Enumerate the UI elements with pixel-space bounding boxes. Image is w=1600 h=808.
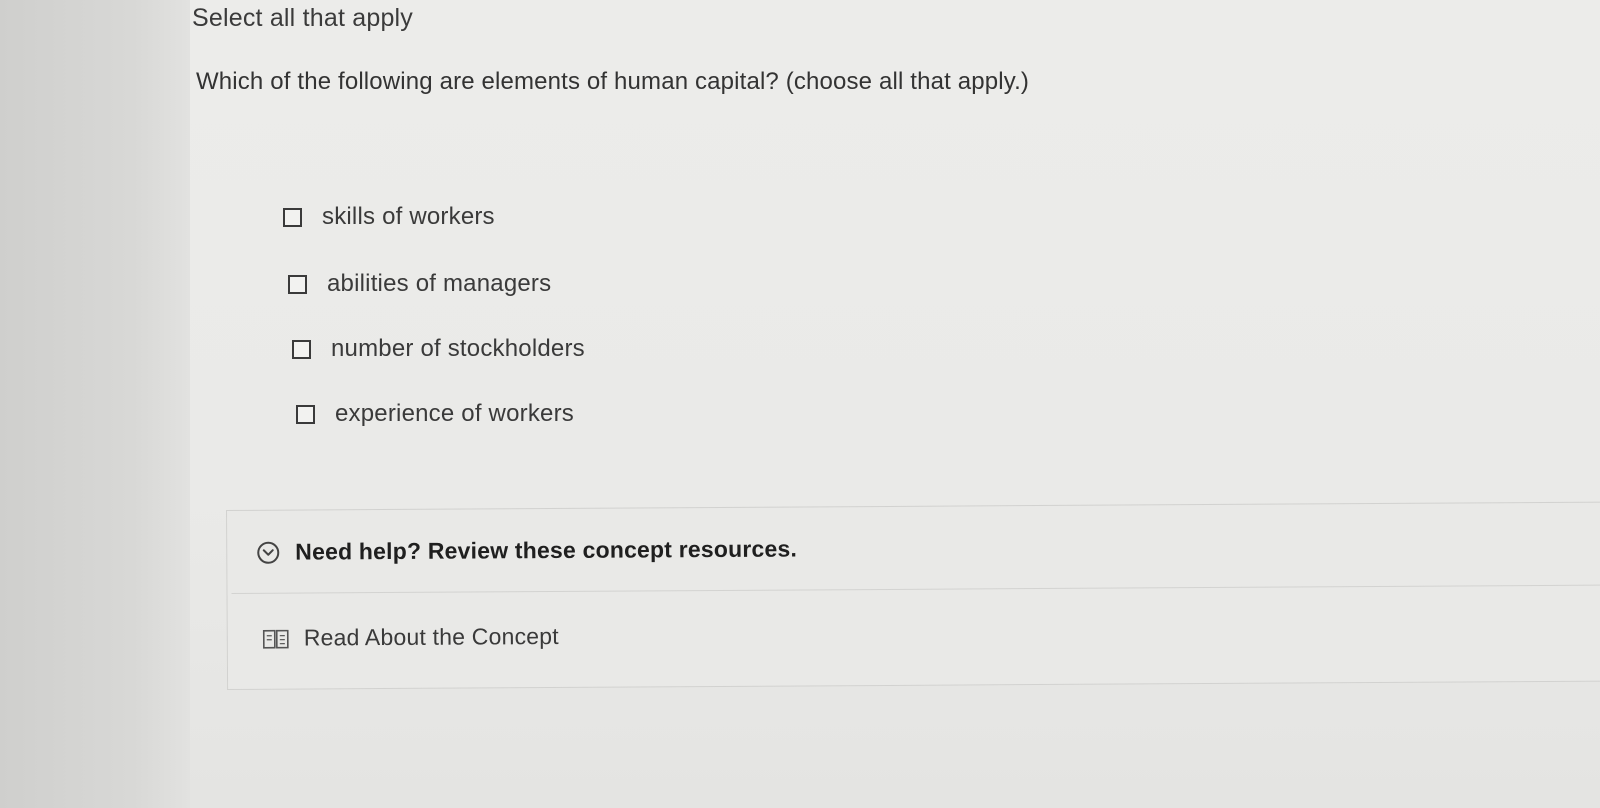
option-abilities-of-managers[interactable]: abilities of managers bbox=[288, 270, 551, 298]
option-experience-of-workers[interactable]: experience of workers bbox=[296, 400, 574, 428]
option-label: number of stockholders bbox=[331, 335, 585, 362]
concept-resources-panel: Need help? Review these concept resource… bbox=[226, 501, 1600, 690]
option-number-of-stockholders[interactable]: number of stockholders bbox=[292, 335, 585, 363]
option-skills-of-workers[interactable]: skills of workers bbox=[283, 203, 495, 231]
help-title: Need help? Review these concept resource… bbox=[295, 535, 798, 565]
option-label: abilities of managers bbox=[327, 270, 552, 297]
resource-label: Read About the Concept bbox=[303, 622, 559, 651]
instruction-text: Select all that apply bbox=[192, 4, 413, 32]
option-label: experience of workers bbox=[335, 400, 574, 427]
checkbox[interactable] bbox=[288, 274, 307, 294]
checkbox[interactable] bbox=[292, 339, 311, 359]
checkbox[interactable] bbox=[283, 207, 302, 227]
read-about-concept-link[interactable]: Read About the Concept bbox=[262, 623, 559, 652]
question-prompt: Which of the following are elements of h… bbox=[196, 68, 1030, 95]
left-margin-shade bbox=[0, 0, 190, 808]
option-label: skills of workers bbox=[322, 203, 495, 230]
help-toggle[interactable]: Need help? Review these concept resource… bbox=[257, 536, 797, 566]
chevron-down-circle-icon[interactable] bbox=[257, 541, 280, 564]
book-icon bbox=[262, 629, 289, 649]
checkbox[interactable] bbox=[296, 404, 315, 424]
panel-divider bbox=[231, 584, 1600, 594]
